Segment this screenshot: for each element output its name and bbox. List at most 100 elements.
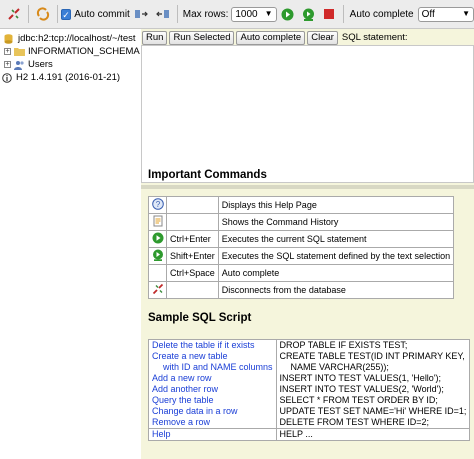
sample-link-delete-table[interactable]: Delete the table if it exists bbox=[152, 340, 273, 351]
expand-icon[interactable]: + bbox=[4, 48, 11, 55]
sample-sql-line: HELP ... bbox=[279, 429, 313, 439]
command-desc: Shows the Command History bbox=[217, 213, 455, 231]
command-desc: Auto complete bbox=[217, 264, 455, 282]
svg-text:?: ? bbox=[155, 200, 160, 209]
commit-icon[interactable] bbox=[134, 7, 148, 21]
clear-button[interactable]: Clear bbox=[307, 30, 338, 45]
schema-tree: jdbc:h2:tcp://localhost/~/test + INFORMA… bbox=[0, 29, 141, 459]
info-icon bbox=[2, 72, 13, 83]
help-icon[interactable]: ? bbox=[151, 198, 164, 212]
auto-commit-checkbox[interactable]: ✓ bbox=[60, 8, 72, 20]
auto-commit-label: Auto commit bbox=[74, 8, 130, 20]
run-icon[interactable] bbox=[152, 232, 164, 246]
sample-sql-heading: Sample SQL Script bbox=[148, 312, 252, 324]
sample-sql-line: UPDATE TEST SET NAME='Hi' WHERE ID=1; bbox=[279, 406, 467, 416]
command-key bbox=[166, 196, 219, 214]
command-key: Ctrl+Space bbox=[166, 264, 219, 282]
sample-link-add-another-row[interactable]: Add another row bbox=[152, 384, 273, 395]
tree-item-information-schema[interactable]: + INFORMATION_SCHEMA bbox=[0, 45, 141, 58]
sql-editor[interactable] bbox=[141, 45, 474, 183]
sql-statement-label: SQL statement: bbox=[341, 32, 408, 43]
disconnect-icon[interactable] bbox=[152, 283, 164, 297]
splitter-handle[interactable] bbox=[141, 185, 474, 189]
tree-version: H2 1.4.191 (2016-01-21) bbox=[0, 71, 141, 84]
table-row: Shift+Enter Executes the SQL statement d… bbox=[148, 247, 455, 265]
tree-connection[interactable]: jdbc:h2:tcp://localhost/~/test bbox=[0, 32, 141, 45]
sample-link-add-row[interactable]: Add a new row bbox=[152, 373, 273, 384]
toolbar-separator bbox=[176, 5, 178, 23]
toolbar-separator bbox=[56, 5, 58, 23]
table-row: Ctrl+Space Auto complete bbox=[148, 264, 455, 282]
sample-sql-cell: DROP TABLE IF EXISTS TEST; CREATE TABLE … bbox=[275, 339, 471, 429]
table-row: ? Displays this Help Page bbox=[148, 196, 455, 214]
chevron-down-icon: ▼ bbox=[462, 8, 471, 18]
run-selected-icon[interactable] bbox=[152, 249, 164, 263]
sample-sql-cell: HELP ... bbox=[275, 428, 471, 441]
auto-complete-select[interactable]: Off ▼ bbox=[417, 6, 474, 22]
command-desc: Executes the SQL statement defined by th… bbox=[217, 247, 455, 265]
folder-icon bbox=[14, 47, 25, 57]
table-row: Delete the table if it exists Create a n… bbox=[148, 339, 471, 429]
command-key: Shift+Enter bbox=[166, 247, 219, 265]
chevron-down-icon: ▼ bbox=[264, 8, 273, 18]
sample-sql-line: INSERT INTO TEST VALUES(2, 'World'); bbox=[279, 384, 444, 394]
tree-item-label: Users bbox=[28, 59, 53, 70]
sample-sql-line: DROP TABLE IF EXISTS TEST; bbox=[279, 340, 408, 350]
run-button[interactable]: Run bbox=[142, 30, 168, 45]
disconnect-icon[interactable] bbox=[7, 7, 21, 21]
command-icon-cell bbox=[148, 213, 167, 231]
refresh-icon[interactable] bbox=[36, 7, 50, 21]
command-desc: Displays this Help Page bbox=[217, 196, 455, 214]
max-rows-value: 1000 bbox=[235, 8, 258, 20]
sql-button-bar: Run Run Selected Auto complete Clear SQL… bbox=[141, 30, 474, 45]
sample-link-create-table[interactable]: Create a new table bbox=[152, 351, 273, 362]
run-icon[interactable] bbox=[281, 7, 294, 21]
sample-sql-line: INSERT INTO TEST VALUES(1, 'Hello'); bbox=[279, 373, 442, 383]
tree-connection-label: jdbc:h2:tcp://localhost/~/test bbox=[18, 33, 136, 44]
command-icon-cell bbox=[148, 247, 167, 265]
users-icon bbox=[14, 60, 25, 70]
sample-link-change-data[interactable]: Change data in a row bbox=[152, 406, 273, 417]
sample-sql-line: NAME VARCHAR(255)); bbox=[290, 362, 389, 372]
run-selected-icon[interactable] bbox=[302, 7, 315, 21]
auto-complete-label: Auto complete bbox=[349, 8, 414, 20]
expand-icon[interactable]: + bbox=[4, 61, 11, 68]
toolbar-separator bbox=[28, 5, 29, 23]
tree-item-label: INFORMATION_SCHEMA bbox=[28, 46, 140, 57]
sample-link-create-table-cont[interactable]: with ID and NAME columns bbox=[152, 362, 273, 373]
rollback-icon[interactable] bbox=[155, 7, 170, 21]
sample-label-cell: Help bbox=[148, 428, 277, 441]
sample-sql-line: DELETE FROM TEST WHERE ID=2; bbox=[279, 417, 429, 427]
command-icon-cell: ? bbox=[148, 196, 167, 214]
command-icon-cell bbox=[148, 281, 167, 299]
sample-link-remove-row[interactable]: Remove a row bbox=[152, 417, 273, 428]
max-rows-label: Max rows: bbox=[182, 8, 229, 20]
commands-table: ? Displays this Help Page Shows the Comm… bbox=[148, 196, 455, 299]
main-panel: Run Run Selected Auto complete Clear SQL… bbox=[141, 29, 474, 459]
toolbar: ✓ Auto commit Max rows: 1000 ▼ Auto comp… bbox=[0, 0, 474, 29]
command-key: Ctrl+Enter bbox=[166, 230, 219, 248]
auto-complete-value: Off bbox=[421, 8, 435, 20]
important-commands-heading: Important Commands bbox=[148, 169, 267, 181]
toolbar-separator bbox=[342, 5, 344, 23]
tree-item-users[interactable]: + Users bbox=[0, 58, 141, 71]
sample-sql-line: SELECT * FROM TEST ORDER BY ID; bbox=[279, 395, 438, 405]
table-row: Help HELP ... bbox=[148, 428, 471, 441]
command-icon-cell bbox=[148, 230, 167, 248]
sample-label-cell: Delete the table if it exists Create a n… bbox=[148, 339, 277, 429]
sample-link-query-table[interactable]: Query the table bbox=[152, 395, 273, 406]
command-desc: Disconnects from the database bbox=[217, 281, 455, 299]
command-desc: Executes the current SQL statement bbox=[217, 230, 455, 248]
stop-icon[interactable] bbox=[323, 7, 336, 21]
table-row: Shows the Command History bbox=[148, 213, 455, 231]
sample-link-help[interactable]: Help bbox=[152, 429, 273, 440]
command-icon-cell bbox=[148, 264, 167, 282]
table-row: Ctrl+Enter Executes the current SQL stat… bbox=[148, 230, 455, 248]
command-key bbox=[166, 213, 219, 231]
history-icon[interactable] bbox=[152, 215, 164, 229]
sample-sql-table: Delete the table if it exists Create a n… bbox=[148, 339, 471, 441]
run-selected-button[interactable]: Run Selected bbox=[169, 30, 235, 45]
auto-complete-button[interactable]: Auto complete bbox=[236, 30, 306, 45]
max-rows-select[interactable]: 1000 ▼ bbox=[231, 6, 277, 22]
sample-sql-line: CREATE TABLE TEST(ID INT PRIMARY KEY, bbox=[279, 351, 465, 361]
